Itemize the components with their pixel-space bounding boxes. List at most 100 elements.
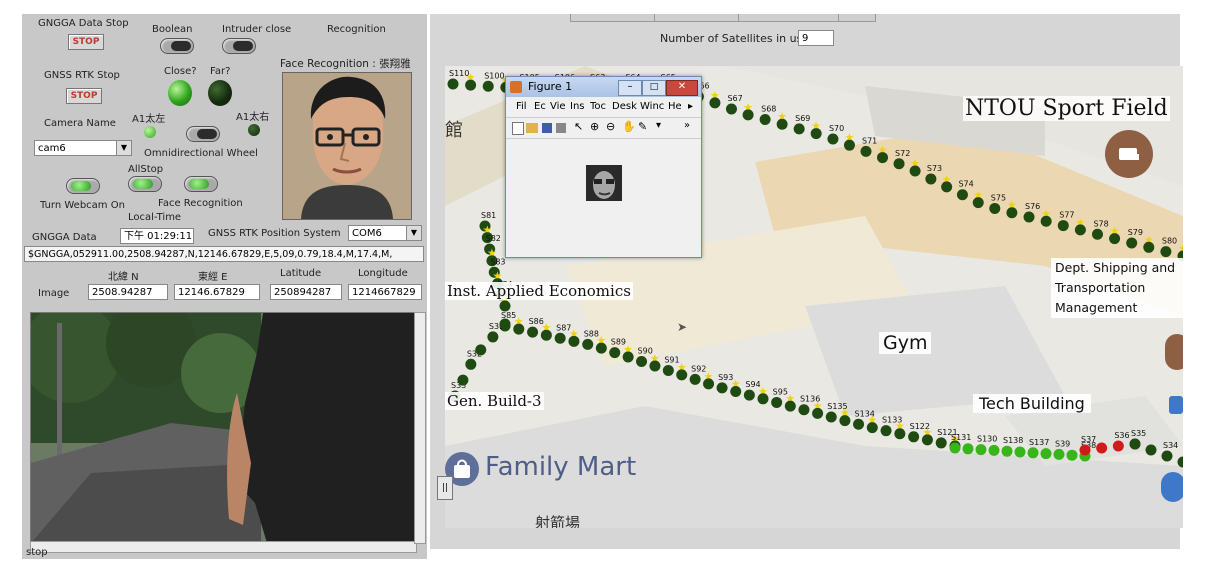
satellites-label: Number of Satellites in use	[660, 32, 810, 45]
route-point	[595, 342, 607, 354]
data-cursor-icon[interactable]: ✎	[638, 120, 647, 133]
intruder-close-label: Intruder close	[222, 24, 292, 35]
route-point-label: S79	[1128, 228, 1143, 237]
face-recognition-toggle[interactable]	[184, 176, 218, 192]
zoom-in-icon[interactable]: ⊕	[590, 120, 599, 133]
route-point	[540, 329, 552, 341]
face-recognition-title: Face Recognition : 張翔雅	[280, 58, 411, 70]
route-point-label: S39	[1055, 439, 1070, 448]
menu-tools[interactable]: Toc	[590, 101, 606, 112]
menu-desktop[interactable]: Desk	[612, 101, 637, 112]
toolbar-dropdown-icon[interactable]: ▾	[656, 120, 661, 131]
recognition-label: Recognition	[327, 24, 386, 35]
route-point	[513, 323, 525, 335]
close-icon[interactable]: ✕	[666, 80, 698, 96]
figure-toolbar: ↖ ⊕ ⊖ ✋ ✎ ▾ »	[506, 117, 701, 139]
gngga-stop-button[interactable]: STOP	[68, 34, 104, 50]
new-file-icon[interactable]	[512, 122, 524, 135]
route-point	[1040, 448, 1052, 460]
map-marker-icon[interactable]	[1165, 334, 1183, 370]
route-point-label: S83	[490, 257, 505, 266]
route-point	[908, 431, 920, 443]
camera-select[interactable]: cam6 ▼	[34, 140, 132, 156]
col-longitude-header: Longitude	[358, 268, 408, 279]
route-point-label: S70	[829, 124, 844, 133]
route-point	[703, 378, 715, 390]
figure-window[interactable]: Figure 1 – □ ✕ Fil Ec Vie Ins Toc Desk W…	[505, 76, 702, 258]
map-pin-icon[interactable]	[1161, 472, 1183, 502]
open-folder-icon[interactable]	[526, 123, 538, 133]
menu-file[interactable]: Fil	[516, 101, 527, 112]
menu-view[interactable]: Vie	[550, 101, 566, 112]
satellites-value: 9	[798, 30, 834, 46]
omni-wheel-toggle[interactable]	[186, 126, 220, 142]
face-recognition-image	[282, 72, 412, 220]
route-point	[776, 118, 788, 130]
route-point	[956, 189, 968, 201]
splitter-handle[interactable]: ||	[437, 476, 453, 500]
route-point	[988, 444, 1000, 456]
pointer-icon[interactable]: ↖	[574, 120, 583, 133]
route-point	[759, 114, 771, 126]
status-text: stop	[26, 547, 48, 558]
route-point	[1177, 456, 1183, 468]
route-point	[499, 318, 511, 330]
com-port-select[interactable]: COM6 ▼	[348, 225, 422, 241]
zoom-out-icon[interactable]: ⊖	[606, 120, 615, 133]
route-point	[1027, 447, 1039, 459]
north-value: 2508.94287	[88, 284, 168, 300]
menu-insert[interactable]: Ins	[570, 101, 585, 112]
boolean-toggle[interactable]	[160, 38, 194, 54]
mouse-cursor-icon: ➤	[677, 320, 688, 334]
route-point-label: S76	[1025, 202, 1040, 211]
pan-icon[interactable]: ✋	[622, 120, 636, 133]
route-point-label: S131	[951, 433, 971, 442]
chevron-down-icon[interactable]: ▼	[116, 141, 131, 155]
route-point	[730, 386, 742, 398]
bus-stop-icon[interactable]	[1169, 396, 1183, 414]
tab-3[interactable]	[738, 14, 840, 22]
route-point	[975, 444, 987, 456]
route-point	[1053, 448, 1065, 460]
tab-2[interactable]	[654, 14, 740, 22]
map-label-dept-shipping: Dept. Shipping and Transportation Manage…	[1051, 258, 1183, 318]
tab-1[interactable]	[570, 14, 656, 22]
save-icon[interactable]	[542, 123, 552, 133]
route-point	[909, 165, 921, 177]
tab-4[interactable]	[838, 14, 876, 22]
map-label-tech-building: Tech Building	[973, 394, 1091, 413]
face-recognition-label: Face Recognition	[158, 198, 243, 209]
route-point	[1129, 438, 1141, 450]
map-label-shooting-range: 射箭場	[535, 514, 581, 528]
menu-edit[interactable]: Ec	[534, 101, 546, 112]
chevron-down-icon[interactable]: ▼	[406, 226, 421, 240]
route-point	[962, 443, 974, 455]
route-point-label: S78	[1093, 219, 1108, 228]
maximize-icon[interactable]: □	[642, 80, 666, 96]
a1-right-label: A1太右	[236, 112, 270, 123]
gnss-rtk-stop-button[interactable]: STOP	[66, 88, 102, 104]
route-point-label: S35	[1131, 429, 1146, 438]
route-point	[622, 351, 634, 363]
webcam-toggle[interactable]	[66, 178, 100, 194]
menu-window[interactable]: Winc	[640, 101, 664, 112]
route-point-label: S81	[481, 211, 496, 220]
route-point	[949, 442, 961, 454]
turn-webcam-label: Turn Webcam On	[40, 200, 125, 211]
intruder-close-toggle[interactable]	[222, 38, 256, 54]
video-scrollbar[interactable]	[30, 541, 417, 553]
video-vertical-scrollbar[interactable]	[414, 312, 426, 544]
col-latitude-header: Latitude	[280, 268, 322, 279]
sport-field-icon[interactable]	[1105, 130, 1153, 178]
route-point-label: S137	[1029, 438, 1049, 447]
menu-help[interactable]: He	[668, 101, 682, 112]
figure-titlebar[interactable]: Figure 1 – □ ✕	[506, 77, 701, 97]
toolbar-overflow-icon[interactable]: »	[684, 120, 690, 131]
route-point	[1057, 220, 1069, 232]
route-point	[649, 360, 661, 372]
minimize-icon[interactable]: –	[618, 80, 642, 96]
allstop-toggle[interactable]	[128, 176, 162, 192]
print-icon[interactable]	[556, 123, 566, 133]
route-point	[1006, 207, 1018, 219]
menu-overflow-arrow[interactable]: ▸	[688, 101, 693, 112]
